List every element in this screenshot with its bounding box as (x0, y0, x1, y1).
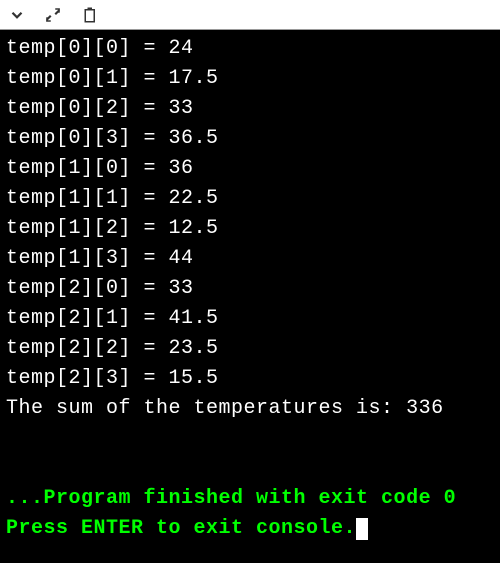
output-line: temp[2][3] = 15.5 (6, 364, 494, 394)
output-line: temp[2][2] = 23.5 (6, 334, 494, 364)
output-line: temp[0][3] = 36.5 (6, 124, 494, 154)
output-line: temp[1][3] = 44 (6, 244, 494, 274)
prompt-text: Press ENTER to exit console. (6, 514, 356, 544)
output-line: temp[0][1] = 17.5 (6, 64, 494, 94)
spacer (6, 424, 494, 484)
chevron-down-icon[interactable] (8, 6, 26, 24)
output-line: temp[1][2] = 12.5 (6, 214, 494, 244)
output-line: temp[2][0] = 33 (6, 274, 494, 304)
output-line: temp[1][0] = 36 (6, 154, 494, 184)
toolbar (0, 0, 500, 30)
output-line: temp[0][2] = 33 (6, 94, 494, 124)
prompt-line: Press ENTER to exit console. (6, 514, 494, 544)
sum-line: The sum of the temperatures is: 336 (6, 394, 494, 424)
cursor (356, 518, 368, 540)
output-line: temp[2][1] = 41.5 (6, 304, 494, 334)
output-line: temp[1][1] = 22.5 (6, 184, 494, 214)
console-output: temp[0][0] = 24 temp[0][1] = 17.5 temp[0… (0, 30, 500, 563)
exit-code-line: ...Program finished with exit code 0 (6, 484, 494, 514)
output-line: temp[0][0] = 24 (6, 34, 494, 64)
expand-icon[interactable] (44, 6, 62, 24)
clipboard-icon[interactable] (80, 6, 98, 24)
